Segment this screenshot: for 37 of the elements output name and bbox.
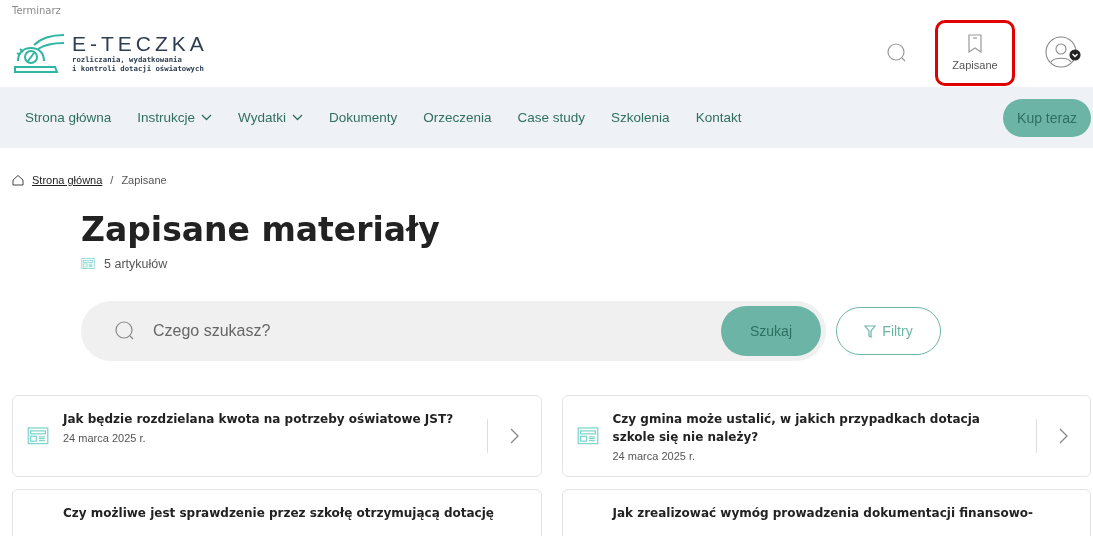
nav-link[interactable]: Strona główna — [12, 110, 125, 125]
breadcrumb-current: Zapisane — [121, 174, 167, 186]
article-title: Jak zrealizować wymóg prowadzenia dokumentacji finansowo- — [612, 505, 1034, 522]
nav-link[interactable]: Case study — [504, 110, 599, 125]
nav-link[interactable]: Instrukcje — [124, 110, 226, 125]
saved-button[interactable]: Zapisane — [935, 19, 1015, 86]
article-card[interactable]: Czy możliwe jest sprawdzenie przez szkołę otrzymującą dotację — [12, 489, 542, 536]
nav-link[interactable]: Szkolenia — [598, 110, 683, 125]
article-card[interactable]: Jak zrealizować wymóg prowadzenia dokumentacji finansowo- — [561, 489, 1091, 536]
article-date: 24 marca 2025 r. — [63, 432, 147, 444]
article-count: 5 artykułów — [104, 257, 168, 271]
home-icon[interactable] — [12, 174, 24, 186]
logo-name: E-TECZKA — [72, 32, 208, 55]
chevron-right-icon — [1059, 428, 1068, 444]
nav-link[interactable]: Wydatki — [225, 110, 316, 125]
article-card[interactable]: Jak będzie rozdzielana kwota na potrzeby oświatowe JST? 24 marca 2025 r. — [12, 395, 542, 477]
page-title: Zapisane materiały — [81, 210, 441, 249]
search-icon — [115, 321, 135, 341]
article-icon — [576, 427, 599, 445]
article-icon — [27, 427, 49, 445]
breadcrumb-link[interactable]: Strona główna — [32, 174, 103, 186]
article-title: Jak będzie rozdzielana kwota na potrzeby oświatowe JST? — [63, 411, 455, 428]
breadcrumb-separator: / — [110, 174, 114, 186]
funnel-icon — [864, 324, 877, 338]
article-icon — [81, 258, 95, 270]
article-title: Czy gmina może ustalić, w jakich przypadkach dotacja szkole się nie należy? — [612, 411, 981, 446]
top-link[interactable]: Terminarz — [0, 0, 1093, 18]
nav-link[interactable]: Kontakt — [682, 110, 755, 125]
article-date: 24 marca 2025 r. — [612, 450, 697, 462]
article-title: Czy możliwe jest sprawdzenie przez szkołę otrzymującą dotację — [63, 505, 495, 522]
chevron-right-icon — [509, 428, 519, 444]
bookmark-icon — [967, 34, 983, 53]
nav-link[interactable]: Dokumenty — [316, 110, 411, 125]
article-card[interactable]: Czy gmina może ustalić, w jakich przypadkach dotacja szkole się nie należy? 24 marca 2025 r. — [561, 395, 1091, 477]
nav-link[interactable]: Orzeczenia — [410, 110, 505, 125]
user-avatar-icon[interactable] — [1045, 35, 1081, 70]
search-icon[interactable] — [887, 42, 907, 63]
